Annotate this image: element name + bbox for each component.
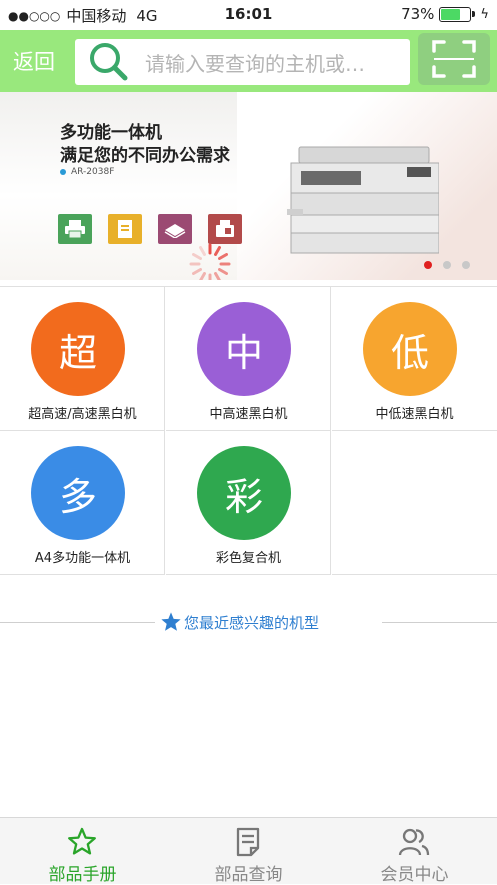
category-label: 中低速黑白机 <box>375 407 454 422</box>
recent-section: 您最近感兴趣的机型 <box>0 608 497 636</box>
carousel-dot[interactable] <box>462 261 470 269</box>
tab-member-center[interactable]: 会员中心 <box>332 818 497 885</box>
promo-banner[interactable]: 多功能一体机 满足您的不同办公需求 AR-2038F <box>0 92 497 280</box>
tab-parts-manual[interactable]: 部品手册 <box>0 818 165 885</box>
banner-headline: 多功能一体机 <box>60 123 162 143</box>
category-item[interactable]: 低中低速黑白机 <box>332 287 497 431</box>
divider-right <box>382 622 497 623</box>
carousel-dot[interactable] <box>443 261 451 269</box>
loading-spinner-icon <box>189 243 231 280</box>
category-item[interactable]: 超超高速/高速黑白机 <box>0 287 165 431</box>
category-item[interactable]: 多 A4多功能一体机 <box>0 431 165 575</box>
tab-label: 部品手册 <box>48 865 117 885</box>
members-icon <box>398 828 430 856</box>
category-label: A4多功能一体机 <box>34 551 131 566</box>
carousel-dot[interactable] <box>424 261 432 269</box>
document-icon <box>236 827 260 857</box>
top-bar: 返回 请输入要查询的主机或… <box>0 30 497 92</box>
carousel-dots[interactable] <box>424 261 470 269</box>
fax-feature-icon <box>208 214 242 244</box>
category-label: 中高速黑白机 <box>209 407 288 422</box>
status-bar: ●●○○○ 中国移动 4G 16:01 73% ϟ <box>0 0 497 30</box>
banner-model: AR-2038F <box>60 167 114 177</box>
scan-button[interactable] <box>418 33 490 85</box>
category-item[interactable]: 彩彩色复合机 <box>166 431 331 575</box>
search-placeholder: 请输入要查询的主机或… <box>145 51 365 76</box>
battery-icon <box>439 6 476 22</box>
category-badge-icon: 超 <box>31 302 125 396</box>
search-icon <box>90 43 128 81</box>
battery-percent: 73% <box>401 5 435 23</box>
category-label: 彩色复合机 <box>215 551 281 566</box>
category-badge-icon: 中 <box>197 302 291 396</box>
category-label: 超高速/高速黑白机 <box>28 407 137 422</box>
copier-image <box>287 146 439 254</box>
star-icon <box>68 827 96 855</box>
charging-icon: ϟ <box>480 6 489 22</box>
scan-feature-icon <box>158 214 192 244</box>
category-item[interactable]: 中中高速黑白机 <box>166 287 331 431</box>
copy-feature-icon <box>108 214 142 244</box>
category-badge-icon: 彩 <box>197 446 291 540</box>
tab-label: 部品查询 <box>214 865 283 885</box>
category-badge-icon: 多 <box>31 446 125 540</box>
category-badge-icon: 低 <box>363 302 457 396</box>
print-feature-icon <box>58 214 92 244</box>
banner-subheadline: 满足您的不同办公需求 <box>60 146 230 166</box>
empty-cell <box>332 431 497 575</box>
divider-left <box>0 622 155 623</box>
star-icon <box>161 612 181 631</box>
back-button[interactable]: 返回 <box>13 46 55 76</box>
search-input[interactable]: 请输入要查询的主机或… <box>75 39 410 85</box>
bottom-tab-bar: 部品手册 部品查询 会员中心 <box>0 817 497 885</box>
tab-label: 会员中心 <box>380 865 449 885</box>
recent-title: 您最近感兴趣的机型 <box>184 613 320 632</box>
tab-parts-search[interactable]: 部品查询 <box>166 818 331 885</box>
scan-icon <box>432 40 476 78</box>
category-grid: 超超高速/高速黑白机中中高速黑白机低中低速黑白机多 A4多功能一体机彩彩色复合机 <box>0 286 497 577</box>
